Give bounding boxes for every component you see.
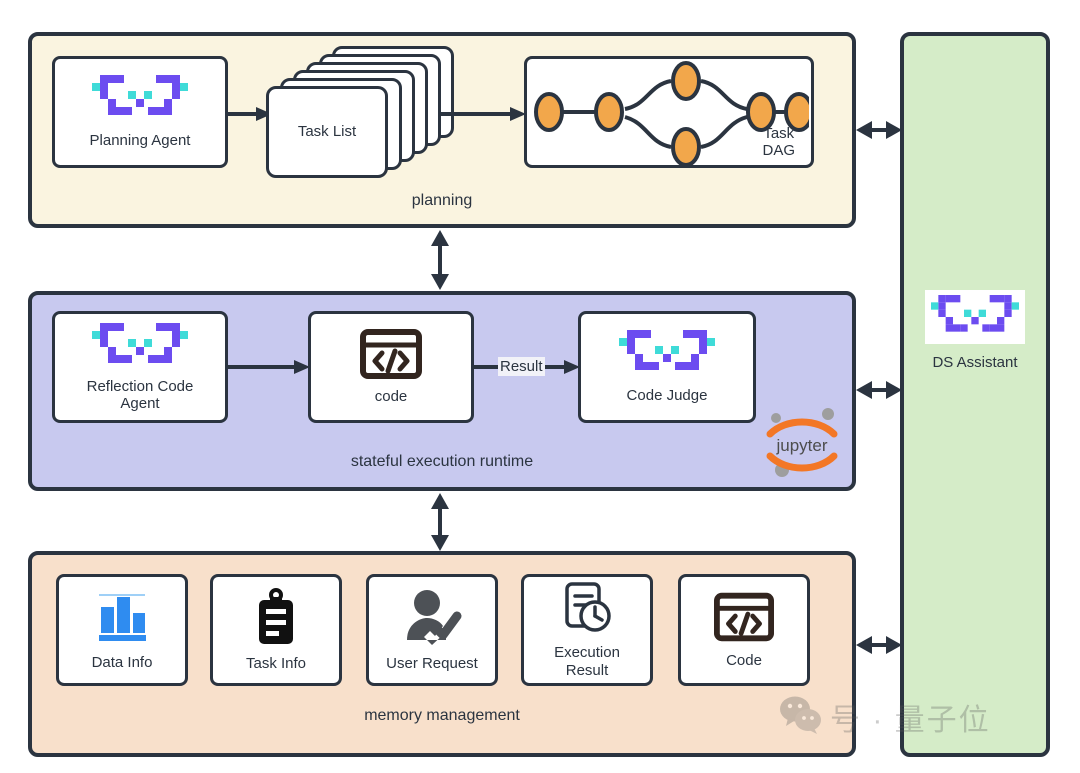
dag-node-1 <box>534 92 564 132</box>
bar-chart-icon <box>91 589 153 650</box>
task-list-card-front[interactable]: Task List <box>266 86 388 178</box>
agent-pixel-icon <box>92 74 188 124</box>
code-window-icon <box>360 328 422 384</box>
code-card-label: code <box>374 387 408 405</box>
agent-pixel-icon <box>619 329 715 379</box>
arrow-reflection-to-code <box>228 360 310 374</box>
memory-card-label-3-line1: Execution <box>554 644 620 662</box>
connector-planning-to-assistant <box>856 121 902 139</box>
memory-card-label-0: Data Info <box>91 653 153 671</box>
reflection-agent-label-line1: Reflection Code <box>86 377 194 395</box>
code-card[interactable]: code <box>308 311 474 423</box>
memory-card-data-info[interactable]: Data Info <box>56 574 188 686</box>
memory-card-label-3: Execution Result <box>554 644 620 679</box>
memory-card-task-info[interactable]: Task Info <box>210 574 342 686</box>
reflection-code-agent-card[interactable]: Reflection Code Agent <box>52 311 228 423</box>
task-dag-label-line2: DAG <box>762 141 795 159</box>
memory-card-label-3-line2: Result <box>565 661 609 679</box>
memory-card-user-request[interactable]: User Request <box>366 574 498 686</box>
memory-card-code[interactable]: Code <box>678 574 810 686</box>
jupyter-wordmark: jupyter <box>775 436 827 455</box>
connector-planning-to-runtime <box>431 230 449 290</box>
task-dag-card[interactable]: Task DAG <box>524 56 814 168</box>
jupyter-logo-icon: jupyter <box>760 406 844 478</box>
memory-card-label-4: Code <box>726 651 762 669</box>
task-dag-label: Task DAG <box>762 125 795 160</box>
clipboard-icon <box>252 587 300 651</box>
connector-memory-to-assistant <box>856 636 902 654</box>
result-edge-label: Result <box>498 357 545 376</box>
reflection-agent-label: Reflection Code Agent <box>87 378 194 413</box>
memory-card-label-2: User Request <box>386 654 478 672</box>
agent-pixel-icon <box>925 290 1025 344</box>
planning-panel-label: planning <box>411 192 473 209</box>
code-window-icon <box>714 591 774 648</box>
runtime-panel-label: stateful execution runtime <box>350 453 534 470</box>
document-clock-icon <box>559 581 615 640</box>
planning-agent-card[interactable]: Planning Agent <box>52 56 228 168</box>
code-judge-label: Code Judge <box>626 387 708 405</box>
task-list-stack[interactable]: Task List <box>264 46 454 186</box>
ds-assistant-panel <box>900 32 1050 757</box>
task-dag-label-line1: Task <box>763 124 795 142</box>
diagram-canvas: planning Planning Agent Task List Task D… <box>0 0 1080 773</box>
dag-node-4 <box>671 127 701 165</box>
planning-agent-label: Planning Agent <box>89 132 191 150</box>
ds-assistant-label: DS Assistant <box>932 354 1018 371</box>
memory-card-label-1: Task Info <box>245 654 307 672</box>
user-check-icon <box>402 588 462 651</box>
dag-node-3 <box>671 61 701 101</box>
agent-pixel-icon <box>92 322 188 372</box>
memory-panel-label: memory management <box>364 707 520 724</box>
code-judge-card[interactable]: Code Judge <box>578 311 756 423</box>
memory-card-execution-result[interactable]: Execution Result <box>521 574 653 686</box>
dag-node-2 <box>594 92 624 132</box>
ds-assistant-content[interactable]: DS Assistant <box>900 290 1050 371</box>
reflection-agent-label-line2: Agent <box>120 395 160 412</box>
connector-runtime-to-assistant <box>856 381 902 399</box>
task-list-label: Task List <box>297 123 357 141</box>
arrow-tasklist-to-dag <box>440 107 526 121</box>
connector-runtime-to-memory <box>431 493 449 551</box>
